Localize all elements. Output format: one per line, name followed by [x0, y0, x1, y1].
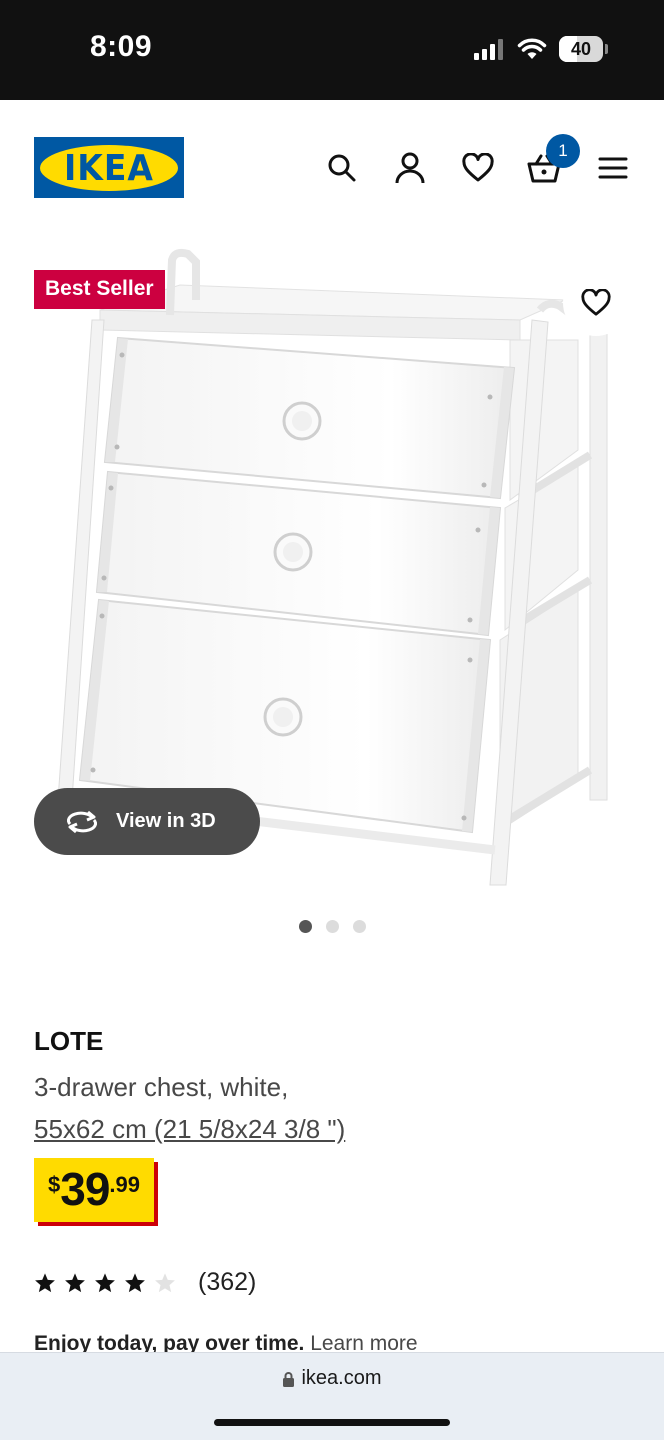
url-text: ikea.com — [301, 1367, 382, 1389]
price-integer: 39 — [60, 1163, 110, 1215]
carousel-dot[interactable] — [298, 920, 312, 933]
price-currency: $ — [48, 1172, 61, 1197]
product-description: 3-drawer chest, white, — [34, 1072, 289, 1102]
signal-icon — [474, 39, 503, 60]
heart-icon — [581, 289, 611, 316]
url-display[interactable]: ikea.com — [0, 1367, 664, 1390]
status-bar: 8:09 40 — [0, 0, 664, 100]
star-icon — [95, 1272, 115, 1292]
favourites-button[interactable] — [460, 150, 496, 186]
product-description-block: 3-drawer chest, white, 55x62 cm (21 5/8x… — [34, 1066, 345, 1150]
search-icon — [328, 154, 356, 182]
carousel-pagination — [0, 920, 664, 933]
carousel-dot[interactable] — [352, 920, 366, 933]
product-rating[interactable]: (362) — [34, 1268, 256, 1297]
best-seller-badge: Best Seller — [34, 270, 165, 309]
search-button[interactable] — [324, 150, 360, 186]
menu-icon — [598, 157, 628, 179]
logo-text: IKEA — [64, 146, 154, 189]
star-icon — [125, 1272, 145, 1292]
lock-icon — [283, 1371, 295, 1387]
status-icons: 40 — [473, 36, 608, 62]
view-in-3d-label: View in 3D — [116, 810, 216, 832]
ikea-logo[interactable]: IKEA — [34, 137, 184, 198]
price-decimal: .99 — [109, 1172, 141, 1197]
battery-level: 40 — [570, 38, 592, 59]
view-in-3d-button[interactable]: View in 3D — [34, 788, 260, 855]
star-icon — [35, 1272, 55, 1292]
price-tag: $ 39 .99 — [34, 1158, 155, 1222]
user-icon — [395, 152, 425, 184]
learn-more-link[interactable]: Learn more — [310, 1332, 417, 1354]
financing-text: Enjoy today, pay over time. — [34, 1332, 305, 1354]
product-size-link[interactable]: 55x62 cm (21 5/8x24 3/8 ") — [34, 1108, 345, 1150]
product-name: LOTE — [34, 1026, 104, 1056]
browser-address-bar[interactable]: ikea.com — [0, 1352, 664, 1440]
logo-oval: IKEA — [40, 144, 178, 191]
product-image-carousel[interactable]: Best Seller View in 3D — [0, 240, 664, 900]
status-time: 8:09 — [90, 30, 153, 63]
battery-indicator: 40 — [559, 36, 603, 62]
financing-line: Enjoy today, pay over time. Learn more — [34, 1332, 418, 1354]
rating-count: (362) — [198, 1268, 257, 1296]
menu-button[interactable] — [595, 150, 631, 186]
home-indicator[interactable] — [214, 1419, 450, 1426]
battery-tip — [605, 44, 608, 54]
rotate-3d-icon — [66, 810, 98, 833]
account-button[interactable] — [392, 150, 428, 186]
save-to-favourites-button[interactable] — [563, 270, 629, 336]
wifi-icon — [517, 38, 547, 59]
carousel-dot[interactable] — [325, 920, 339, 933]
heart-icon — [462, 153, 494, 182]
cart-count-badge: 1 — [546, 134, 580, 168]
star-empty-icon — [155, 1272, 175, 1292]
star-icon — [65, 1272, 85, 1292]
